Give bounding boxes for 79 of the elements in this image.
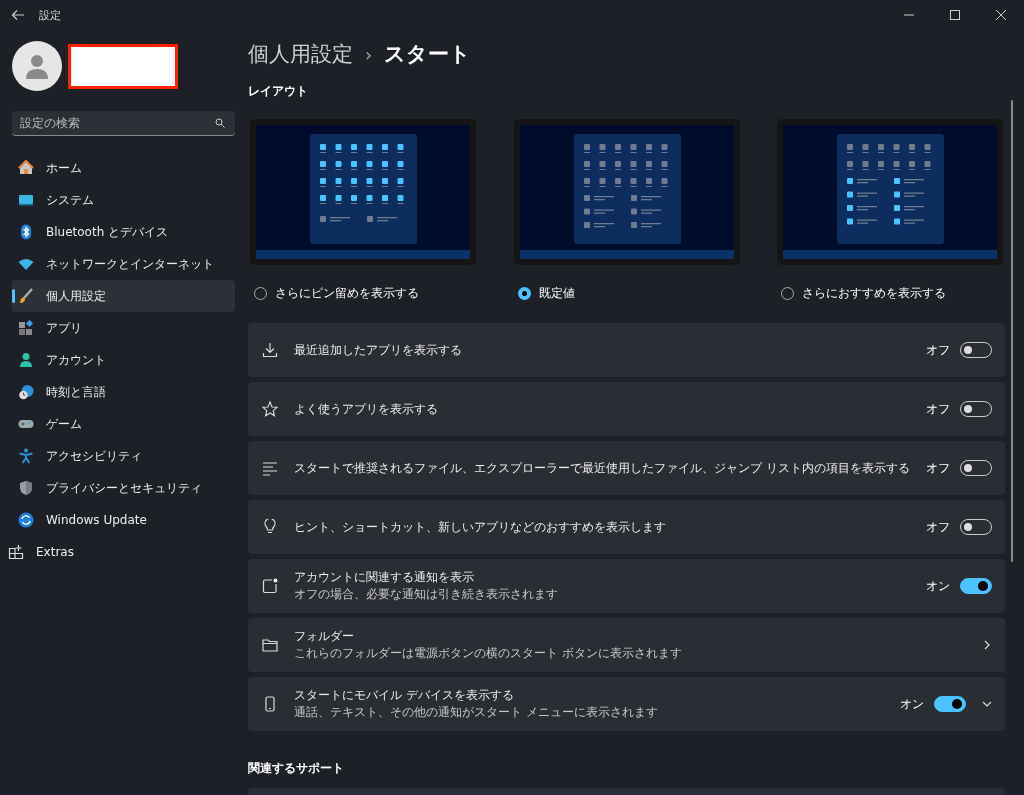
setting-row[interactable]: スタートにモバイル デバイスを表示する 通話、テキスト、その他の通知がスタート メニューに表示されます オン — [248, 677, 1005, 731]
shield-icon — [18, 480, 34, 496]
phone-icon — [262, 696, 278, 712]
layout-radio[interactable]: さらにピン留めを表示する — [254, 285, 476, 302]
section-heading: 関連するサポート — [248, 760, 345, 777]
page-title: スタート — [384, 41, 472, 68]
layout-radio[interactable]: 既定値 — [517, 285, 740, 302]
scrollbar[interactable] — [1011, 100, 1013, 562]
monitor-icon — [18, 192, 34, 208]
toggle-state-label: オン — [900, 695, 924, 713]
setting-title: ヒント、ショートカット、新しいアプリなどのおすすめを表示します — [294, 518, 667, 536]
toggle-state-label: オフ — [926, 341, 950, 359]
setting-title: アカウントに関連する通知を表示 — [294, 569, 475, 586]
nav-item[interactable]: 時刻と言語 — [12, 376, 235, 408]
wifi-icon — [18, 256, 34, 272]
notification-square-icon — [262, 578, 278, 594]
nav-item[interactable]: Extras — [8, 536, 248, 568]
grid-plus-icon — [8, 544, 24, 560]
nav-item[interactable]: 個人用設定 — [12, 280, 235, 312]
toggle-switch[interactable] — [934, 696, 966, 712]
setting-description: オフの場合、必要な通知は引き続き表示されます — [294, 586, 559, 603]
window-title: 設定 — [39, 7, 61, 23]
chevron-down-icon[interactable] — [982, 699, 992, 709]
setting-row[interactable]: よく使うアプリを表示する オフ — [248, 382, 1005, 436]
search-field[interactable]: 設定の検索 — [12, 111, 235, 136]
toggle-state-label: オフ — [926, 459, 950, 477]
breadcrumb-link[interactable]: 個人用設定 — [248, 40, 353, 68]
breadcrumb-separator: › — [365, 43, 373, 65]
toggle-state-label: オン — [926, 577, 950, 595]
nav-item[interactable]: アクセシビリティ — [12, 440, 235, 472]
section-heading: レイアウト — [248, 83, 309, 100]
toggle-state-label: オフ — [926, 400, 950, 418]
search-icon[interactable] — [215, 118, 225, 128]
setting-row[interactable]: ヒント、ショートカット、新しいアプリなどのおすすめを表示します オフ — [248, 500, 1005, 554]
setting-row[interactable]: スタートで推奨されるファイル、エクスプローラーで最近使用したファイル、ジャンプ リスト内の項目を表示する オフ — [248, 441, 1005, 495]
nav-item[interactable]: ネットワークとインターネット — [12, 248, 235, 280]
apps-icon — [18, 320, 34, 336]
setting-row[interactable]: 最近追加したアプリを表示する オフ — [248, 323, 1005, 377]
start-layout-drawing[interactable] — [777, 119, 1003, 265]
sync-icon — [18, 512, 34, 528]
toggle-state-label: オフ — [926, 518, 950, 536]
setting-title: スタートで推奨されるファイル、エクスプローラーで最近使用したファイル、ジャンプ リスト内の項目を表示する — [294, 459, 911, 477]
setting-title: スタートにモバイル デバイスを表示する — [294, 687, 515, 704]
accessibility-icon — [18, 448, 34, 464]
radio-circle[interactable] — [517, 287, 531, 300]
chevron-right-icon[interactable] — [982, 640, 992, 650]
bluetooth-icon — [18, 224, 34, 240]
setting-title: よく使うアプリを表示する — [294, 400, 439, 418]
nav-item[interactable]: ゲーム — [12, 408, 235, 440]
setting-description: 通話、テキスト、その他の通知がスタート メニューに表示されます — [294, 704, 659, 721]
setting-row[interactable]: フォルダー これらのフォルダーは電源ボタンの横のスタート ボタンに表示されます — [248, 618, 1005, 672]
nav-item[interactable]: ホーム — [12, 152, 235, 184]
back-arrow-icon[interactable] — [11, 8, 25, 22]
nav-item[interactable]: アプリ — [12, 312, 235, 344]
person-icon — [18, 352, 34, 368]
setting-title: フォルダー — [294, 628, 355, 645]
nav-item[interactable]: Windows Update — [12, 504, 235, 536]
avatar — [12, 41, 62, 91]
home-icon — [18, 160, 34, 176]
toggle-switch[interactable] — [960, 578, 992, 594]
globe-clock-icon — [18, 384, 34, 400]
nav-item[interactable]: プライバシーとセキュリティ — [12, 472, 235, 504]
setting-row[interactable]: アカウントに関連する通知を表示 オフの場合、必要な通知は引き続き表示されます オン — [248, 559, 1005, 613]
layout-radio[interactable]: さらにおすすめを表示する — [781, 285, 1003, 302]
maximize-icon[interactable] — [950, 10, 960, 20]
download-icon — [262, 342, 278, 358]
star-icon — [262, 401, 278, 417]
nav-item[interactable]: アカウント — [12, 344, 235, 376]
brush-icon — [18, 288, 34, 304]
nav-item[interactable]: システム — [12, 184, 235, 216]
close-icon[interactable] — [996, 10, 1006, 20]
start-layout-drawing[interactable] — [513, 119, 740, 265]
folder-icon — [262, 637, 278, 653]
lightbulb-icon — [262, 519, 278, 535]
setting-description: これらのフォルダーは電源ボタンの横のスタート ボタンに表示されます — [294, 645, 683, 662]
nav-item[interactable]: Bluetooth とデバイス — [12, 216, 235, 248]
start-layout-drawing[interactable] — [250, 119, 476, 265]
setting-title: 最近追加したアプリを表示する — [294, 341, 463, 359]
list-lines-icon — [262, 460, 278, 476]
